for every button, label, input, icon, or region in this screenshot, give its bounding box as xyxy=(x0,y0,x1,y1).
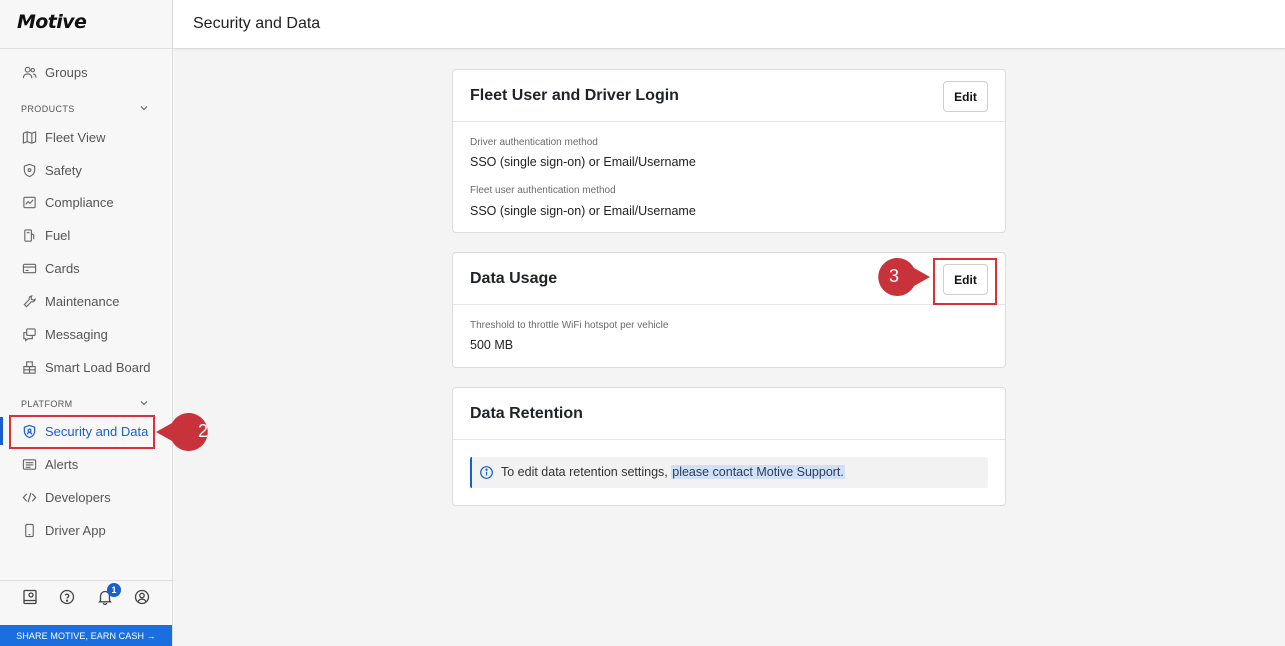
step-3-number: 3 xyxy=(889,266,900,286)
users-icon xyxy=(21,64,37,80)
retention-info-text: To edit data retention settings, please … xyxy=(501,465,845,479)
login-card: Fleet User and Driver Login Edit Driver … xyxy=(452,69,1006,233)
share-motive-banner[interactable]: SHARE MOTIVE, EARN CASH → xyxy=(0,625,172,646)
sidebar-item-label: Smart Load Board xyxy=(45,359,151,375)
data-retention-card-header: Data Retention xyxy=(453,388,1005,440)
sidebar-item-smart-load-board[interactable]: Smart Load Board xyxy=(0,353,172,381)
retention-info-message: To edit data retention settings, xyxy=(501,465,672,479)
sidebar-item-fuel[interactable]: Fuel xyxy=(0,221,172,249)
chevron-down-icon[interactable] xyxy=(139,103,149,113)
threshold-value: 500 MB xyxy=(470,338,514,352)
sidebar-item-label: Fuel xyxy=(45,227,71,243)
phone-icon xyxy=(21,522,37,538)
highlight-box-edit xyxy=(933,258,997,305)
sidebar-footer: 1 xyxy=(0,580,172,618)
threshold-label: Threshold to throttle WiFi hotspot per v… xyxy=(470,320,669,331)
data-usage-card-title: Data Usage xyxy=(470,270,558,287)
fleet-auth-label: Fleet user authentication method xyxy=(470,185,616,196)
top-bar: Security and Data xyxy=(173,0,1285,49)
sidebar-item-label: Cards xyxy=(45,260,80,276)
sidebar-item-label: Compliance xyxy=(45,194,114,210)
sidebar-item-maintenance[interactable]: Maintenance xyxy=(0,287,172,315)
login-card-header: Fleet User and Driver Login Edit xyxy=(453,70,1005,122)
sidebar-item-cards[interactable]: Cards xyxy=(0,254,172,282)
products-section-label: PRODUCTS xyxy=(21,104,75,114)
maintenance-icon xyxy=(21,293,37,309)
step-3-callout: 3 xyxy=(868,258,930,298)
code-icon xyxy=(21,489,37,505)
page-title: Security and Data xyxy=(193,15,321,32)
chevron-down-icon[interactable] xyxy=(139,398,149,408)
contact-support-link[interactable]: please contact Motive Support. xyxy=(671,465,845,479)
driver-auth-value: SSO (single sign-on) or Email/Username xyxy=(470,155,696,169)
sidebar-item-messaging[interactable]: Messaging xyxy=(0,320,172,348)
login-card-title: Fleet User and Driver Login xyxy=(470,87,679,104)
sidebar-item-label: Messaging xyxy=(45,326,108,342)
compliance-icon xyxy=(21,194,37,210)
sidebar-item-developers[interactable]: Developers xyxy=(0,483,172,511)
notification-badge: 1 xyxy=(107,583,121,597)
fleet-auth-value: SSO (single sign-on) or Email/Username xyxy=(470,204,696,218)
sidebar-item-label: Alerts xyxy=(45,456,79,472)
sidebar-item-label: Developers xyxy=(45,489,111,505)
load-board-icon xyxy=(21,359,37,375)
account-icon[interactable] xyxy=(134,589,152,607)
sidebar-item-label: Fleet View xyxy=(45,129,106,145)
step-2-number: 2 xyxy=(197,421,208,441)
data-retention-card-title: Data Retention xyxy=(470,405,583,422)
card-icon xyxy=(21,260,37,276)
alerts-icon xyxy=(21,456,37,472)
data-retention-card: Data Retention To edit data retention se… xyxy=(452,387,1006,506)
sidebar-item-fleet-view[interactable]: Fleet View xyxy=(0,123,172,151)
motive-logo[interactable]: Motive xyxy=(17,11,87,33)
sidebar-item-label: Maintenance xyxy=(45,293,120,309)
map-icon xyxy=(21,129,37,145)
shield-icon xyxy=(21,162,37,178)
help-icon[interactable] xyxy=(59,589,77,607)
login-edit-button[interactable]: Edit xyxy=(943,81,988,112)
logo-area: Motive xyxy=(0,0,172,49)
sidebar-item-compliance[interactable]: Compliance xyxy=(0,188,172,216)
driver-auth-label: Driver authentication method xyxy=(470,137,598,148)
sidebar-item-label: Safety xyxy=(45,162,82,178)
fuel-icon xyxy=(21,227,37,243)
info-icon xyxy=(480,466,493,479)
retention-info-box: To edit data retention settings, please … xyxy=(470,457,988,488)
messaging-icon xyxy=(21,326,37,342)
sidebar-item-driver-app[interactable]: Driver App xyxy=(0,516,172,544)
platform-section-label: PLATFORM xyxy=(21,399,73,409)
step-2-callout: 2 xyxy=(156,413,208,451)
sidebar-item-safety[interactable]: Safety xyxy=(0,156,172,184)
sidebar: Motive Groups PRODUCTS Fleet View Safety… xyxy=(0,0,173,646)
sidebar-item-label: Groups xyxy=(45,64,88,80)
sidebar-item-groups[interactable]: Groups xyxy=(0,58,172,86)
highlight-box-security xyxy=(9,415,155,449)
sidebar-item-alerts[interactable]: Alerts xyxy=(0,450,172,478)
help-center-icon[interactable] xyxy=(22,589,40,607)
sidebar-item-label: Driver App xyxy=(45,522,106,538)
